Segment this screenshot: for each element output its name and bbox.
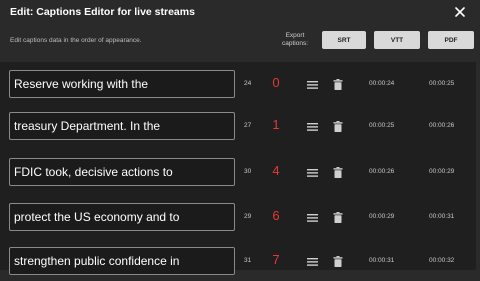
- lines-icon[interactable]: [307, 169, 318, 177]
- captions-list: Reserve working with the 24 0 00:00:24 0…: [0, 62, 480, 275]
- caption-index: 30: [244, 168, 252, 175]
- caption-end-time: 00:00:32: [429, 257, 455, 264]
- close-icon[interactable]: [455, 7, 465, 17]
- caption-index: 27: [244, 122, 252, 129]
- caption-row: treasury Department. In the 27 1 00:00:2…: [0, 104, 480, 146]
- caption-index: 31: [244, 257, 252, 264]
- caption-index: 24: [244, 80, 252, 87]
- export-label-line1: Export: [285, 32, 305, 39]
- caption-badge: 6: [272, 208, 280, 223]
- export-vtt-button[interactable]: VTT: [374, 31, 420, 49]
- dialog-subtitle: Edit captions data in the order of appea…: [10, 37, 142, 44]
- caption-start-time: 00:00:29: [369, 213, 395, 220]
- trash-icon[interactable]: [333, 256, 343, 267]
- export-srt-button[interactable]: SRT: [322, 31, 366, 49]
- caption-badge: 1: [272, 117, 280, 132]
- dialog-title: Edit: Captions Editor for live streams: [10, 6, 195, 18]
- lines-icon[interactable]: [307, 81, 318, 89]
- trash-icon[interactable]: [333, 121, 343, 132]
- caption-start-time: 00:00:31: [369, 257, 395, 264]
- lines-icon[interactable]: [307, 258, 318, 266]
- caption-badge: 4: [272, 163, 280, 178]
- caption-text-field[interactable]: protect the US economy and to: [9, 203, 235, 231]
- trash-icon[interactable]: [333, 79, 343, 90]
- caption-end-time: 00:00:31: [429, 213, 455, 220]
- caption-row: protect the US economy and to 29 6 00:00…: [0, 195, 480, 237]
- trash-icon[interactable]: [333, 212, 343, 223]
- caption-row: Reserve working with the 24 0 00:00:24 0…: [0, 62, 480, 104]
- caption-start-time: 00:00:26: [369, 168, 395, 175]
- close-button[interactable]: [452, 4, 468, 20]
- caption-row: strengthen public confidence in 31 7 00:…: [0, 239, 480, 281]
- lines-icon[interactable]: [307, 214, 318, 222]
- caption-index: 29: [244, 213, 252, 220]
- export-pdf-button[interactable]: PDF: [428, 31, 474, 49]
- caption-text-field[interactable]: treasury Department. In the: [9, 112, 235, 140]
- caption-text-field[interactable]: FDIC took, decisive actions to: [9, 158, 235, 186]
- caption-badge: 0: [272, 75, 280, 90]
- caption-end-time: 00:00:26: [429, 122, 455, 129]
- dialog-header: Edit: Captions Editor for live streams: [0, 0, 480, 24]
- caption-row: FDIC took, decisive actions to 30 4 00:0…: [0, 150, 480, 192]
- caption-text-field[interactable]: strengthen public confidence in: [9, 247, 235, 275]
- caption-text-field[interactable]: Reserve working with the: [9, 70, 235, 98]
- caption-end-time: 00:00:25: [429, 80, 455, 87]
- export-label-line2: captions:: [281, 40, 309, 47]
- caption-start-time: 00:00:24: [369, 80, 395, 87]
- export-label: Export captions:: [278, 32, 312, 48]
- trash-icon[interactable]: [333, 167, 343, 178]
- lines-icon[interactable]: [307, 123, 318, 131]
- caption-start-time: 00:00:25: [369, 122, 395, 129]
- caption-badge: 7: [272, 252, 280, 267]
- caption-end-time: 00:00:29: [429, 168, 455, 175]
- list-scrollbar[interactable]: [476, 62, 480, 270]
